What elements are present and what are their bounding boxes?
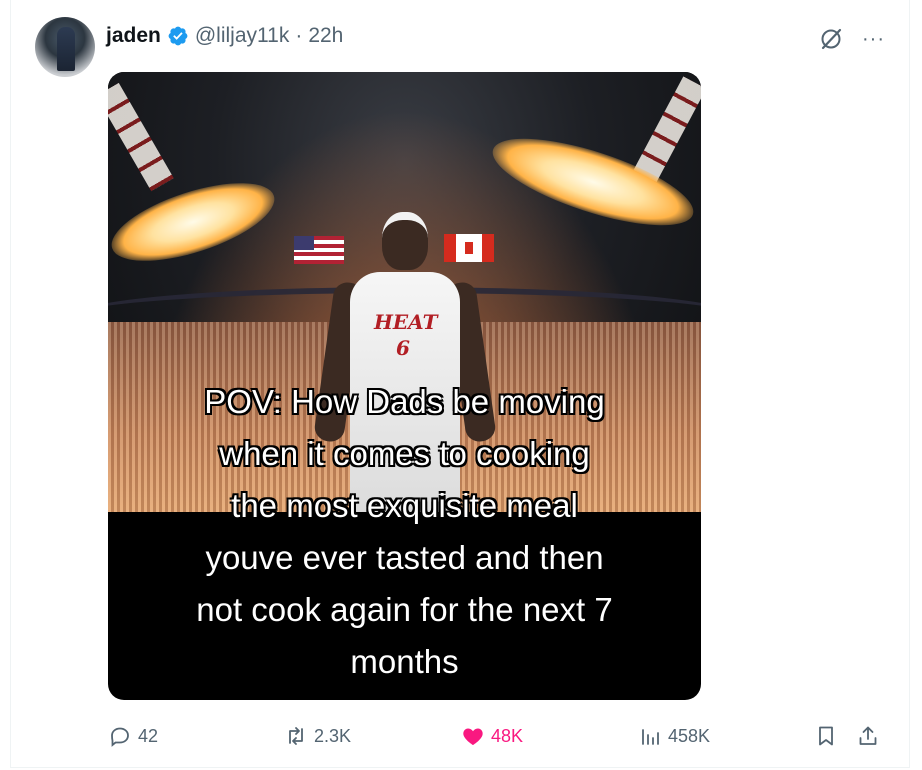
author-name[interactable]: jaden	[106, 24, 161, 48]
share-button[interactable]	[856, 720, 880, 752]
bookmark-icon	[819, 726, 833, 746]
view-count: 458K	[668, 725, 711, 746]
views-button[interactable]: 458K	[638, 720, 710, 752]
repost-button[interactable]: 2.3K	[284, 720, 351, 752]
flame-left	[108, 167, 284, 277]
caption-line: youve ever tasted and then	[205, 539, 604, 576]
like-count: 48K	[491, 725, 524, 746]
tweet-media[interactable]: HEAT 6 POV: How Dads be moving when it c…	[108, 72, 701, 700]
caption-line: POV: How Dads be moving	[204, 383, 605, 420]
caption-line: months	[350, 643, 459, 680]
jersey-text: HEAT	[374, 310, 438, 334]
bookmark-button[interactable]	[814, 720, 838, 752]
repost-count: 2.3K	[314, 725, 352, 746]
avatar[interactable]	[35, 17, 95, 77]
share-icon	[859, 726, 877, 745]
reply-button[interactable]: 42	[108, 720, 158, 752]
timestamp[interactable]: 22h	[308, 24, 343, 48]
views-icon	[642, 729, 659, 745]
meme-caption: POV: How Dads be moving when it comes to…	[108, 376, 701, 688]
more-icon[interactable]: ···	[862, 28, 885, 51]
caption-line: not cook again for the next 7	[196, 591, 613, 628]
caption-line: the most exquisite meal	[231, 487, 578, 524]
tweet-header: jaden @liljay11k · 22h	[106, 22, 343, 50]
player-head	[382, 212, 428, 270]
reply-icon	[111, 727, 129, 747]
tweet-actions: 42 2.3K 48K 458K	[108, 720, 898, 752]
caption-line: when it comes to cooking	[219, 435, 590, 472]
jersey-number: 6	[396, 336, 410, 360]
like-icon	[463, 728, 483, 745]
banner-left	[108, 82, 174, 192]
verified-badge-icon	[168, 26, 188, 46]
header-separator: ·	[295, 24, 303, 47]
author-handle[interactable]: @liljay11k	[195, 24, 289, 48]
repost-icon	[289, 727, 303, 745]
reply-count: 42	[138, 725, 159, 746]
like-button[interactable]: 48K	[461, 720, 523, 752]
avatar-figure	[57, 27, 75, 71]
grok-icon[interactable]	[818, 26, 844, 52]
